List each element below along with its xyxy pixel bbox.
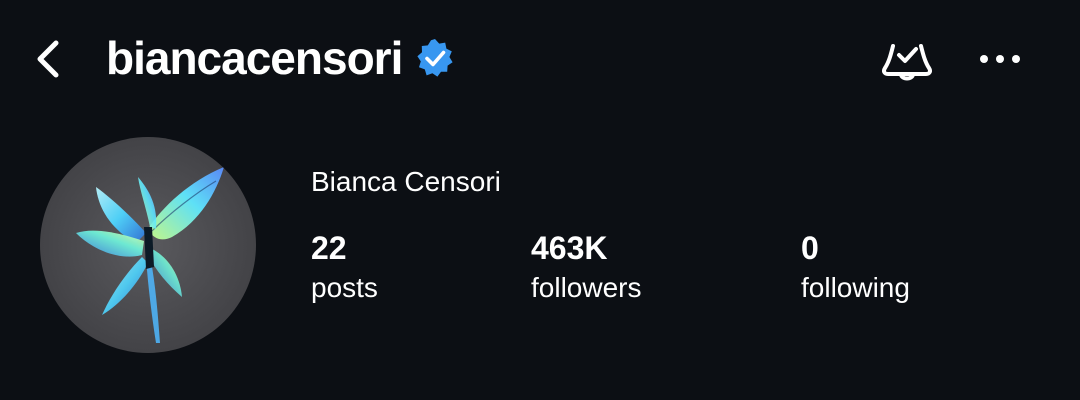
display-name: Bianca Censori	[311, 166, 501, 197]
avatar[interactable]	[40, 137, 256, 353]
stat-following[interactable]: 0 following	[801, 228, 910, 308]
followers-label: followers	[531, 272, 642, 303]
posts-label: posts	[311, 272, 378, 303]
more-options-button[interactable]	[970, 36, 1030, 82]
profile-screen: biancacensori Bianca Censori 22 posts 46…	[0, 0, 1080, 400]
notifications-button[interactable]	[876, 36, 938, 86]
bell-check-icon	[882, 44, 932, 81]
stat-posts[interactable]: 22 posts	[311, 228, 378, 308]
following-count: 0	[801, 230, 819, 266]
username-header: biancacensori	[106, 26, 456, 90]
more-horizontal-icon	[980, 55, 1020, 63]
followers-count: 463K	[531, 230, 608, 266]
following-label: following	[801, 272, 910, 303]
stat-followers[interactable]: 463K followers	[531, 228, 641, 308]
back-button[interactable]	[26, 36, 72, 82]
top-bar: biancacensori	[0, 0, 1080, 120]
username-title: biancacensori	[106, 32, 403, 84]
butterfly-avatar-image	[40, 137, 256, 353]
chevron-left-icon	[37, 40, 59, 78]
posts-count: 22	[311, 230, 347, 266]
verified-badge-icon	[417, 39, 453, 77]
